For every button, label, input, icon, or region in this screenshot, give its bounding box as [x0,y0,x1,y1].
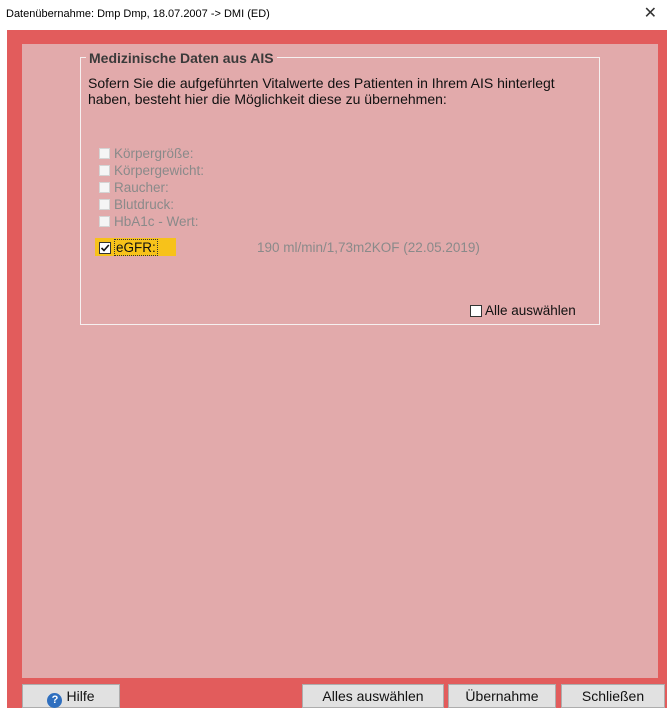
blutdruck-label: Blutdruck: [114,197,175,212]
title-bar: Datenübernahme: Dmp Dmp, 18.07.2007 -> D… [0,0,667,30]
item-koerpergroesse: Körpergröße: [99,146,194,162]
apply-button[interactable]: Übernahme [448,684,556,708]
egfr-label: eGFR: [114,239,158,256]
item-raucher: Raucher: [99,180,169,196]
close-icon[interactable]: ✕ [644,6,657,22]
koerpergroesse-label: Körpergröße: [114,146,194,161]
help-icon: ? [47,693,63,708]
group-description: Sofern Sie die aufgeführten Vitalwerte d… [88,75,555,107]
koerpergewicht-label: Körpergewicht: [114,163,205,178]
koerpergroesse-checkbox [99,148,110,159]
select-all-button[interactable]: Alles auswählen [302,684,444,708]
raucher-label: Raucher: [114,180,169,195]
hba1c-label: HbA1c - Wert: [114,214,199,229]
raucher-checkbox [99,182,110,193]
select-all-label: Alle auswählen [485,303,576,318]
help-button-label: Hilfe [66,688,95,704]
group-title: Medizinische Daten aus AIS [86,50,277,66]
blutdruck-checkbox [99,199,110,210]
window-title: Datenübernahme: Dmp Dmp, 18.07.2007 -> D… [6,8,270,20]
help-button[interactable]: ? Hilfe [22,684,120,708]
item-egfr[interactable]: eGFR: [99,239,158,256]
item-hba1c: HbA1c - Wert: [99,214,199,230]
close-button[interactable]: Schließen [561,684,665,708]
egfr-value: 190 ml/min/1,73m2KOF (22.05.2019) [257,240,480,255]
select-all-checkbox-row[interactable]: Alle auswählen [470,304,576,318]
koerpergewicht-checkbox [99,165,110,176]
egfr-checkbox[interactable] [99,242,111,254]
check-icon [100,244,110,252]
select-all-checkbox[interactable] [470,305,482,317]
item-blutdruck: Blutdruck: [99,197,174,213]
item-koerpergewicht: Körpergewicht: [99,163,204,179]
hba1c-checkbox [99,216,110,227]
